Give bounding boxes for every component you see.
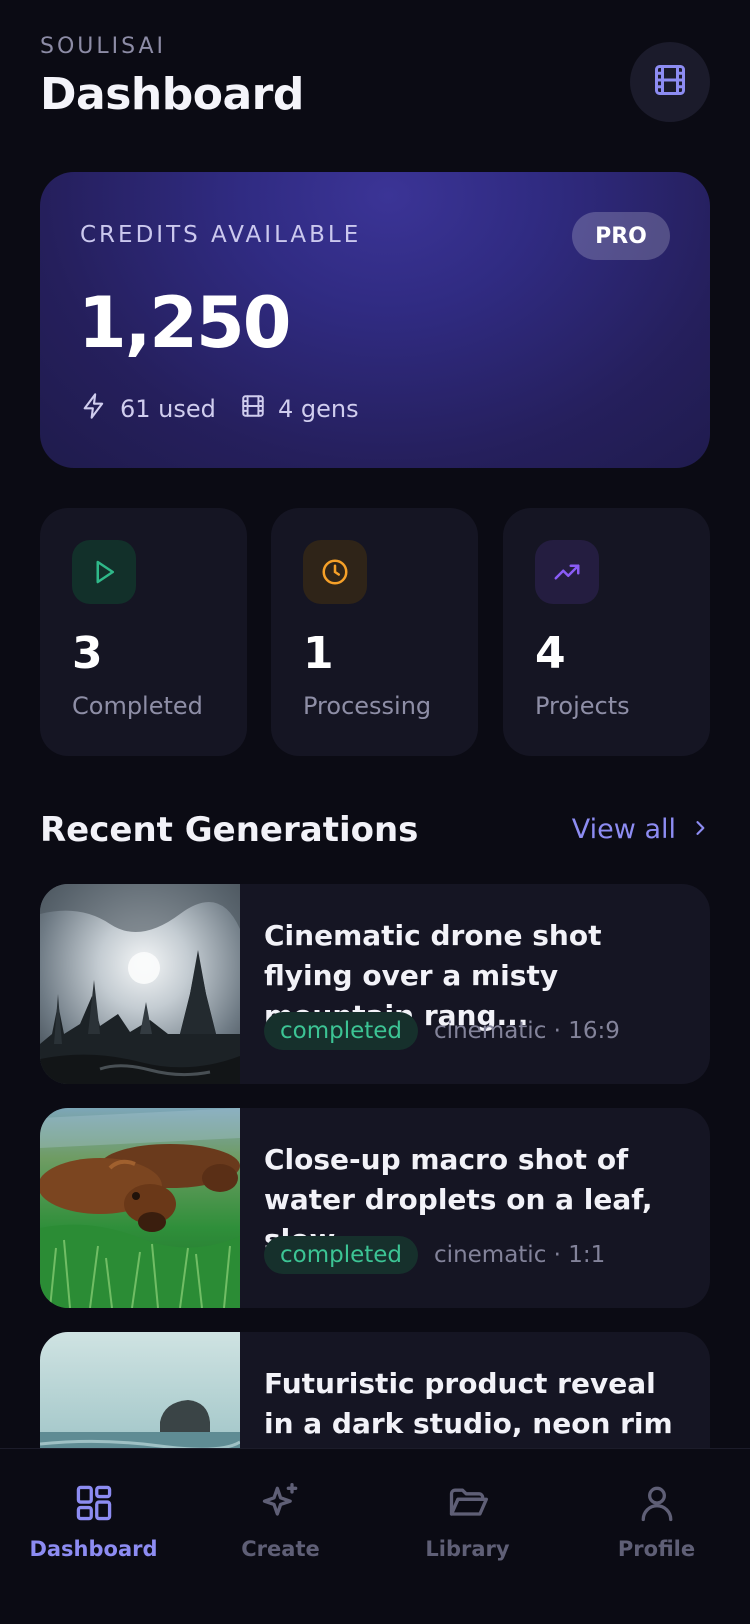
view-all-label: View all [571, 814, 676, 845]
page-title: Dashboard [40, 69, 304, 120]
film-icon [240, 393, 278, 425]
folder-icon [374, 1481, 561, 1525]
play-icon [72, 540, 136, 604]
credits-used: 61 used [80, 392, 216, 426]
nav-label: Profile [617, 1537, 696, 1561]
bottom-nav: Dashboard Create Library Profile [0, 1448, 750, 1624]
stat-value: 4 [535, 628, 566, 679]
header: SOULISAI Dashboard [40, 34, 710, 134]
credits-gens-text: 4 gens [278, 395, 359, 423]
user-icon [563, 1481, 750, 1525]
generation-card[interactable]: Cinematic drone shot flying over a misty… [40, 884, 710, 1084]
nav-item-create[interactable]: Create [187, 1481, 374, 1591]
nav-label: Dashboard [29, 1537, 158, 1561]
generation-style: cinematic · 1:1 [434, 1242, 606, 1268]
trending-up-icon [535, 540, 599, 604]
clock-icon [303, 540, 367, 604]
film-button[interactable] [630, 42, 710, 122]
status-badge: completed [264, 1012, 419, 1050]
stat-card-projects[interactable]: 4 Projects [503, 508, 710, 756]
view-all-link[interactable]: View all [572, 814, 710, 845]
nav-label: Create [241, 1537, 320, 1561]
nav-item-library[interactable]: Library [374, 1481, 561, 1591]
stat-label: Completed [72, 692, 203, 720]
brand-name: SOULISAI [40, 34, 167, 59]
generation-card[interactable]: Close-up macro shot of water droplets on… [40, 1108, 710, 1308]
nav-item-dashboard[interactable]: Dashboard [0, 1481, 187, 1591]
stat-card-completed[interactable]: 3 Completed [40, 508, 247, 756]
grid-icon [0, 1481, 187, 1525]
lightning-icon [80, 392, 120, 426]
stat-card-processing[interactable]: 1 Processing [271, 508, 478, 756]
stat-label: Processing [303, 692, 432, 720]
generation-style: cinematic · 16:9 [434, 1018, 620, 1044]
generation-thumbnail [40, 884, 240, 1084]
plan-badge: PRO [572, 212, 670, 260]
stat-label: Projects [535, 692, 630, 720]
credits-gens: 4 gens [240, 392, 359, 426]
stat-value: 3 [72, 628, 103, 679]
nav-item-profile[interactable]: Profile [563, 1481, 750, 1591]
film-icon [652, 62, 688, 102]
credits-label: CREDITS AVAILABLE [80, 222, 362, 248]
generation-thumbnail [40, 1108, 240, 1308]
status-badge: completed [264, 1236, 419, 1274]
nav-label: Library [425, 1537, 510, 1561]
chevron-right-icon [676, 814, 710, 845]
credits-card: CREDITS AVAILABLE PRO 1,250 61 used 4 ge… [40, 172, 710, 468]
sparkle-icon [187, 1481, 374, 1525]
section-title: Recent Generations [40, 810, 419, 850]
credits-value: 1,250 [78, 282, 291, 364]
credits-used-text: 61 used [120, 395, 216, 423]
generation-meta: completed cinematic · 16:9 [264, 1012, 620, 1050]
generation-meta: completed cinematic · 1:1 [264, 1236, 605, 1274]
stat-value: 1 [303, 628, 334, 679]
